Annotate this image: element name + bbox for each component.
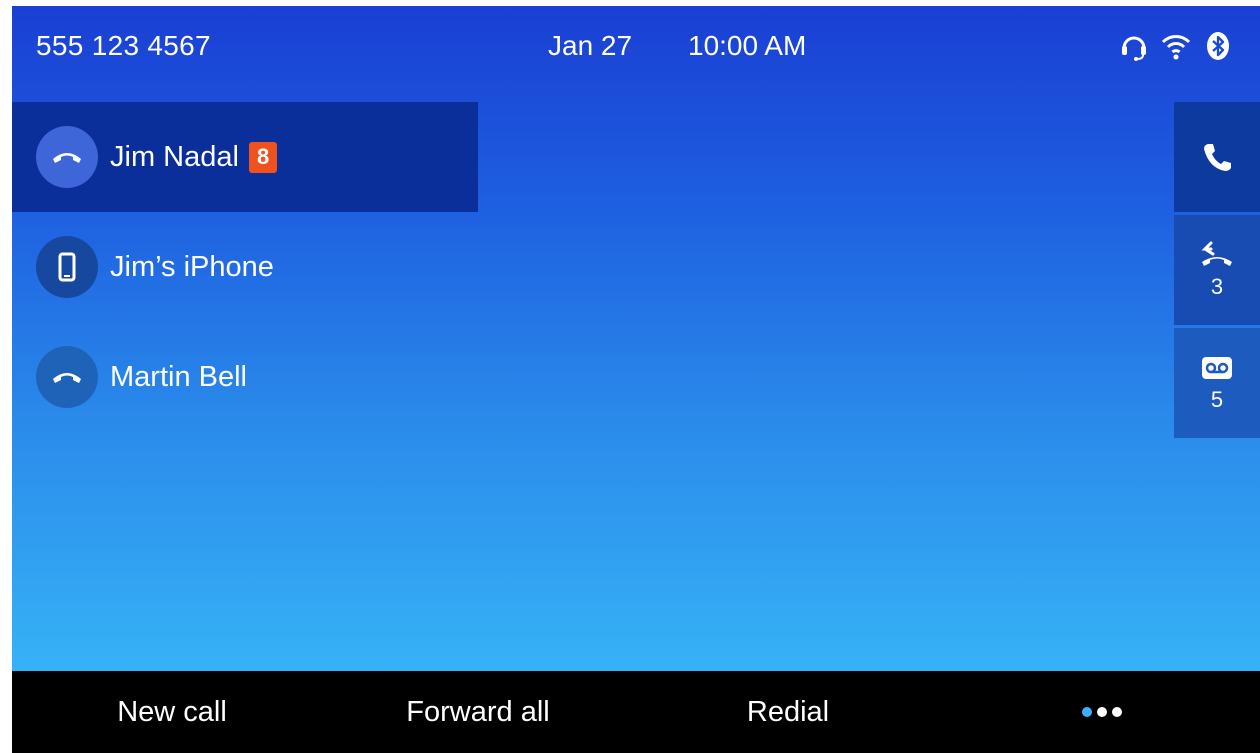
line-name: Jim Nadal: [110, 140, 239, 173]
status-time: 10:00 AM: [688, 30, 807, 61]
bluetooth-icon: [1207, 32, 1229, 60]
status-date: Jan 27: [548, 30, 633, 61]
page-dot: [1097, 707, 1107, 717]
headset-icon: [1122, 36, 1146, 61]
phone-display: 555 123 4567 Jan 27 10:00 AM Jim Nadal 8…: [12, 6, 1260, 753]
tab-recents[interactable]: 3: [1174, 215, 1260, 325]
voicemail-count: 5: [1210, 387, 1224, 412]
tab-voicemail[interactable]: 5: [1174, 328, 1260, 438]
wifi-icon: [1161, 35, 1191, 60]
redial-button[interactable]: Redial: [688, 671, 888, 753]
forward-all-button[interactable]: Forward all: [368, 671, 588, 753]
page-dot-active: [1082, 707, 1092, 717]
line-name: Martin Bell: [110, 360, 247, 393]
status-icons: [1118, 30, 1234, 62]
missed-call-icon: [1201, 241, 1232, 266]
voicemail-icon: [1202, 357, 1232, 379]
more-dots-icon[interactable]: [1052, 671, 1152, 753]
phone-icon: [1204, 144, 1231, 171]
new-call-button[interactable]: New call: [72, 671, 272, 753]
unread-badge: 8: [248, 141, 278, 173]
line-list: Jim Nadal 8 Jim’s iPhone Martin Bell: [12, 102, 478, 432]
line-item-martin-bell[interactable]: Martin Bell: [12, 322, 478, 432]
tab-calls[interactable]: [1174, 102, 1260, 212]
line-name: Jim’s iPhone: [110, 250, 274, 283]
status-bar: 555 123 4567 Jan 27 10:00 AM: [12, 6, 1260, 102]
phone-number: 555 123 4567: [36, 30, 211, 61]
handset-icon: [36, 346, 98, 408]
page-dot: [1112, 707, 1122, 717]
screen: 555 123 4567 Jan 27 10:00 AM Jim Nadal 8…: [12, 6, 1260, 671]
line-item-jim-nadal[interactable]: Jim Nadal 8: [12, 102, 478, 212]
missed-call-count: 3: [1210, 274, 1224, 299]
side-tabs: 3 5: [1174, 102, 1260, 441]
handset-icon: [36, 126, 98, 188]
mobile-phone-icon: [36, 236, 98, 298]
line-item-jims-iphone[interactable]: Jim’s iPhone: [12, 212, 478, 322]
softkey-bar: New call Forward all Redial: [12, 671, 1260, 753]
